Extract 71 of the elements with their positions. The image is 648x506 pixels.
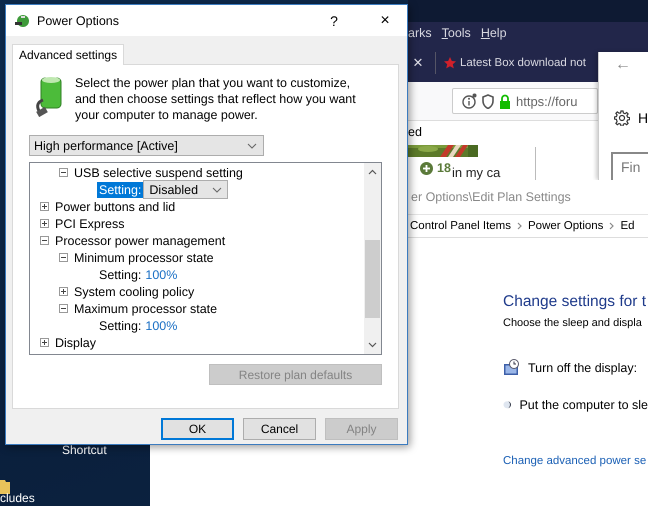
shield-icon <box>482 94 494 108</box>
scrollbar[interactable] <box>364 163 381 354</box>
page-text: ed <box>408 125 422 139</box>
description-text: Select the power plan that you want to customize, and then choose settings that reflect how you want your computer to manage power. <box>75 75 357 123</box>
breadcrumb-item[interactable]: Control Panel Items <box>410 220 511 232</box>
collapse-icon[interactable] <box>59 168 68 177</box>
page-subtitle: Choose the sleep and displa <box>503 317 643 329</box>
dialog-button[interactable]: Cancel <box>243 418 316 440</box>
collapse-icon[interactable] <box>59 304 68 313</box>
folder-icon <box>0 478 10 494</box>
chevron-down-icon <box>212 186 222 192</box>
desktop-icon-label[interactable]: cludes <box>0 491 35 505</box>
chevron-down-icon <box>247 142 257 148</box>
setting-label: Put the computer to sle <box>519 398 648 412</box>
tree-item[interactable]: Maximum processor state <box>74 302 218 316</box>
star-icon <box>444 57 456 69</box>
tree-item[interactable]: PCI Express <box>55 216 124 230</box>
advanced-settings-link[interactable]: Change advanced power se <box>503 455 648 467</box>
setting-label[interactable]: Setting: <box>97 266 144 282</box>
desktop-icon-label[interactable]: Shortcut <box>62 443 107 457</box>
url-text: https://foru <box>516 94 578 108</box>
page-heading: Change settings for t <box>503 293 648 311</box>
monitor-clock-icon <box>503 359 520 376</box>
info-icon <box>461 93 477 109</box>
settings-icon <box>614 110 630 126</box>
collapse-icon[interactable] <box>40 236 49 245</box>
power-plug-icon <box>14 12 30 28</box>
chevron-icon <box>517 222 522 230</box>
breadcrumb-item[interactable]: Power Options <box>528 220 604 232</box>
back-button[interactable]: ← <box>615 56 631 74</box>
plus-circle-icon <box>420 162 433 174</box>
expand-icon[interactable] <box>59 287 68 296</box>
window-title: Power Options <box>37 14 120 28</box>
lock-icon <box>499 94 511 108</box>
tree-item[interactable]: Processor power management <box>55 234 226 248</box>
setting-value[interactable]: 100% <box>145 268 178 282</box>
setting-value[interactable]: 100% <box>145 318 178 332</box>
expand-icon[interactable] <box>40 338 49 347</box>
setting-dropdown[interactable]: Disabled <box>143 180 228 199</box>
vote-count: 18 <box>437 161 451 175</box>
setting-label[interactable]: Setting: <box>97 318 144 334</box>
scroll-up-icon <box>368 169 377 175</box>
tree-item[interactable]: USB selective suspend setting <box>74 166 243 180</box>
expand-icon[interactable] <box>40 202 49 211</box>
menu-item[interactable]: arks <box>408 26 432 40</box>
window-title: H <box>638 110 648 126</box>
scroll-down-icon <box>368 342 377 348</box>
chevron-icon <box>609 222 614 230</box>
post-text: in my ca <box>452 165 500 180</box>
tab[interactable]: Advanced settings <box>12 44 124 65</box>
menu-item[interactable]: Tools <box>442 26 471 40</box>
menu-item[interactable]: Help <box>480 26 507 40</box>
tree-item[interactable]: Minimum processor state <box>74 250 214 264</box>
expand-icon[interactable] <box>40 219 49 228</box>
plan-dropdown[interactable]: High performance [Active] <box>29 135 264 156</box>
address-bar[interactable]: https://foru <box>452 88 598 114</box>
collapse-icon[interactable] <box>59 253 68 262</box>
tree-item[interactable]: Display <box>55 336 96 350</box>
address-text[interactable]: er Options\Edit Plan Settings <box>411 190 571 204</box>
browser-tab[interactable]: Latest Box download not <box>460 57 586 69</box>
setting-label[interactable]: Setting: <box>97 182 144 198</box>
search-field[interactable]: Fin <box>611 152 648 182</box>
close-tab-button[interactable]: × <box>413 53 427 73</box>
scroll-thumb[interactable] <box>365 240 380 318</box>
dialog-button[interactable]: OK <box>161 418 234 440</box>
close-button[interactable]: × <box>363 6 407 36</box>
help-button[interactable]: ? <box>312 6 356 36</box>
tree-item[interactable]: Power buttons and lid <box>55 200 176 214</box>
setting-label: Turn off the display: <box>528 360 638 374</box>
breadcrumb-item[interactable]: Ed <box>620 220 635 232</box>
tree-item[interactable]: System cooling policy <box>74 284 194 298</box>
